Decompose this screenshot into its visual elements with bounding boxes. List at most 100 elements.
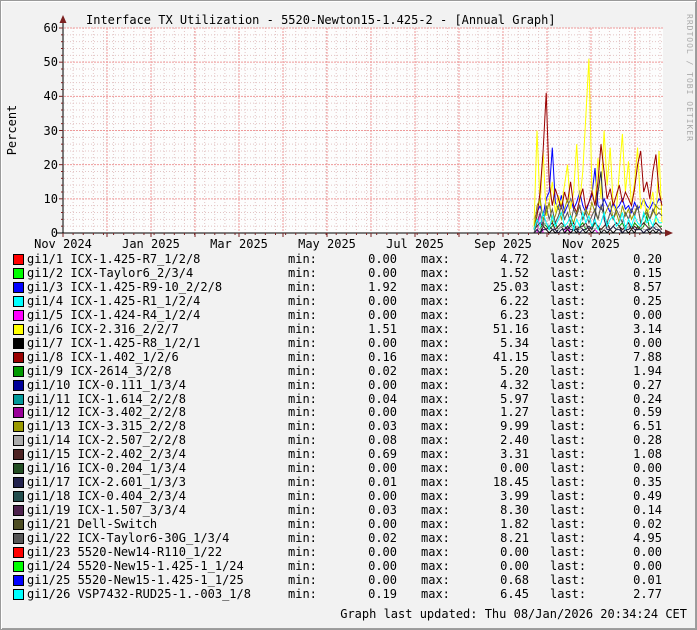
legend-last-value: 0.00 bbox=[633, 544, 662, 559]
legend-max-value: 0.00 bbox=[500, 461, 529, 476]
y-tick-label: 60 bbox=[43, 21, 58, 35]
legend-color-swatch bbox=[13, 323, 24, 335]
legend-last-label: last: bbox=[550, 252, 587, 266]
legend-min-value: 1.92 bbox=[368, 279, 397, 294]
legend-interface-label: gi1/14 ICX-2.507_2/2/8 bbox=[27, 433, 186, 448]
legend-max-label: max: bbox=[421, 405, 450, 420]
legend-min-label: min: bbox=[288, 433, 317, 448]
legend-min-value: 0.00 bbox=[368, 335, 397, 350]
legend-row: gi1/19 ICX-1.507_3/3/4 min: 0.03 max: 8.… bbox=[1, 504, 696, 518]
legend-last-label: last: bbox=[550, 489, 587, 504]
legend-max-value: 6.45 bbox=[500, 586, 529, 601]
x-axis-tick-labels: Nov 2024 Jan 2025 Mar 2025 May 2025 Jul 2025… bbox=[1, 237, 696, 251]
legend-row: gi1/7 ICX-1.425-R8_1/2/1 min: 0.00 max: … bbox=[1, 335, 696, 351]
legend-max-value: 0.68 bbox=[500, 572, 529, 587]
legend-interface-label: gi1/23 5520-New14-R110_1/22 bbox=[27, 544, 223, 559]
legend-min-value: 0.02 bbox=[368, 531, 397, 545]
legend-interface-label: gi1/9 ICX-2614_3/2/8 bbox=[27, 363, 172, 378]
legend-interface-label: gi1/15 ICX-2.402_2/3/4 bbox=[27, 447, 186, 462]
legend-row: gi1/17 ICX-2.601_1/3/3 min: 0.01 max: 18… bbox=[1, 475, 696, 490]
legend-max-value: 6.22 bbox=[500, 293, 529, 308]
legend-max-label: max: bbox=[421, 349, 450, 364]
legend-max-value: 1.27 bbox=[500, 405, 529, 420]
legend-min-value: 0.16 bbox=[368, 349, 397, 364]
legend-last-value: 0.49 bbox=[633, 489, 662, 504]
legend-min-label: min: bbox=[288, 531, 317, 545]
legend-last-value: 0.01 bbox=[633, 572, 662, 587]
legend-last-value: 0.59 bbox=[633, 405, 662, 420]
legend-min-value: 0.00 bbox=[368, 293, 397, 308]
legend-max-value: 25.03 bbox=[492, 279, 529, 294]
legend-table: gi1/1 ICX-1.425-R7_1/2/8 min: 0.00 max: … bbox=[1, 252, 696, 605]
legend-min-label: min: bbox=[288, 517, 317, 532]
legend-interface-label: gi1/16 ICX-0.204_1/3/4 bbox=[27, 461, 186, 476]
legend-max-label: max: bbox=[421, 252, 450, 266]
legend-last-value: 7.88 bbox=[633, 349, 662, 364]
legend-last-label: last: bbox=[550, 433, 587, 448]
legend-interface-label: gi1/7 ICX-1.425-R8_1/2/1 bbox=[27, 335, 201, 350]
legend-row: gi1/2 ICX-Taylor6_2/3/4 min: 0.00 max: 1… bbox=[1, 265, 696, 281]
legend-max-value: 5.97 bbox=[500, 391, 529, 406]
legend-min-value: 0.00 bbox=[368, 265, 397, 280]
legend-interface-label: gi1/25 5520-New15-1.425-1_1/25 bbox=[27, 572, 244, 587]
legend-min-value: 0.00 bbox=[368, 307, 397, 322]
legend-min-value: 0.19 bbox=[368, 586, 397, 601]
legend-max-label: max: bbox=[421, 321, 450, 336]
legend-row: gi1/15 ICX-2.402_2/3/4 min: 0.69 max: 3.… bbox=[1, 447, 696, 462]
legend-last-label: last: bbox=[550, 349, 587, 364]
legend-min-value: 0.00 bbox=[368, 252, 397, 266]
legend-color-swatch bbox=[13, 505, 24, 517]
legend-row: gi1/5 ICX-1.424-R4_1/2/4 min: 0.00 max: … bbox=[1, 307, 696, 323]
legend-interface-label: gi1/21 Dell-Switch bbox=[27, 517, 158, 532]
legend-last-value: 0.35 bbox=[633, 475, 662, 490]
legend-last-label: last: bbox=[550, 558, 587, 573]
legend-interface-label: gi1/10 ICX-0.111_1/3/4 bbox=[27, 377, 186, 392]
legend-max-value: 9.99 bbox=[500, 419, 529, 434]
legend-min-label: min: bbox=[288, 363, 317, 378]
legend-max-value: 4.32 bbox=[500, 377, 529, 392]
legend-interface-label: gi1/22 ICX-Taylor6-30G_1/3/4 bbox=[27, 531, 230, 545]
legend-max-label: max: bbox=[421, 531, 450, 545]
legend-interface-label: gi1/1 ICX-1.425-R7_1/2/8 bbox=[27, 252, 201, 266]
legend-row: gi1/14 ICX-2.507_2/2/8 min: 0.08 max: 2.… bbox=[1, 433, 696, 448]
legend-color-swatch bbox=[13, 477, 24, 489]
legend-row: gi1/1 ICX-1.425-R7_1/2/8 min: 0.00 max: … bbox=[1, 252, 696, 267]
legend-color-swatch bbox=[13, 560, 24, 572]
legend-color-swatch bbox=[13, 588, 24, 600]
legend-min-value: 0.02 bbox=[368, 363, 397, 378]
legend-min-label: min: bbox=[288, 558, 317, 573]
last-updated-text: Graph last updated: Thu 08/Jan/2026 20:3… bbox=[340, 607, 687, 621]
legend-min-label: min: bbox=[288, 475, 317, 490]
legend-min-value: 0.00 bbox=[368, 572, 397, 587]
legend-color-swatch bbox=[13, 309, 24, 321]
legend-last-value: 0.28 bbox=[633, 433, 662, 448]
legend-row: gi1/25 5520-New15-1.425-1_1/25 min: 0.00… bbox=[1, 572, 696, 588]
legend-color-swatch bbox=[13, 533, 24, 544]
legend-color-swatch bbox=[13, 281, 24, 293]
legend-interface-label: gi1/18 ICX-0.404_2/3/4 bbox=[27, 489, 186, 504]
legend-min-value: 1.51 bbox=[368, 321, 397, 336]
legend-min-label: min: bbox=[288, 349, 317, 364]
legend-min-label: min: bbox=[288, 377, 317, 392]
legend-min-value: 0.00 bbox=[368, 558, 397, 573]
legend-interface-label: gi1/26 VSP7432-RUD25-1.-003_1/8 bbox=[27, 586, 251, 601]
legend-row: gi1/23 5520-New14-R110_1/22 min: 0.00 ma… bbox=[1, 544, 696, 560]
legend-color-swatch bbox=[13, 393, 24, 405]
legend-min-value: 0.08 bbox=[368, 433, 397, 448]
legend-min-label: min: bbox=[288, 405, 317, 420]
legend-row: gi1/4 ICX-1.425-R1_1/2/4 min: 0.00 max: … bbox=[1, 293, 696, 309]
legend-max-label: max: bbox=[421, 544, 450, 559]
chart-plot-area bbox=[56, 15, 673, 237]
legend-row: gi1/6 ICX-2.316_2/2/7 min: 1.51 max: 51.… bbox=[1, 321, 696, 337]
legend-max-value: 4.72 bbox=[500, 252, 529, 266]
legend-max-value: 2.40 bbox=[500, 433, 529, 448]
legend-min-value: 0.00 bbox=[368, 489, 397, 504]
legend-color-swatch bbox=[13, 421, 24, 433]
legend-last-label: last: bbox=[550, 419, 587, 434]
legend-min-value: 0.69 bbox=[368, 447, 397, 462]
legend-last-label: last: bbox=[550, 405, 587, 420]
x-tick-label: Jul 2025 bbox=[386, 237, 444, 251]
legend-interface-label: gi1/5 ICX-1.424-R4_1/2/4 bbox=[27, 307, 201, 322]
legend-interface-label: gi1/11 ICX-1.614_2/2/8 bbox=[27, 391, 186, 406]
legend-max-value: 41.15 bbox=[492, 349, 529, 364]
